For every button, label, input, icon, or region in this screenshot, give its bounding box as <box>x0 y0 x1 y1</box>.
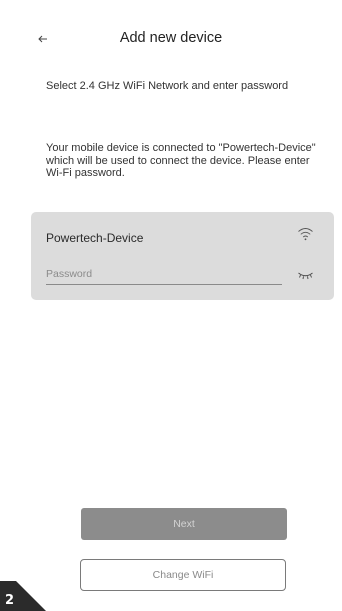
network-card: Powertech-Device <box>31 212 334 300</box>
eye-closed-icon[interactable] <box>297 270 314 280</box>
info-text: Your mobile device is connected to "Powe… <box>46 142 316 179</box>
header: Add new device <box>0 28 342 54</box>
wifi-icon <box>298 228 313 241</box>
page-title: Add new device <box>119 30 223 46</box>
password-input[interactable] <box>46 264 282 285</box>
next-button[interactable]: Next <box>81 508 287 540</box>
intro-text: Select 2.4 GHz WiFi Network and enter pa… <box>46 80 289 92</box>
add-device-screen: Add new device Select 2.4 GHz WiFi Netwo… <box>0 0 342 611</box>
change-wifi-button[interactable]: Change WiFi <box>80 559 286 591</box>
network-name: Powertech-Device <box>46 231 144 245</box>
page-number: 2 <box>5 593 15 608</box>
